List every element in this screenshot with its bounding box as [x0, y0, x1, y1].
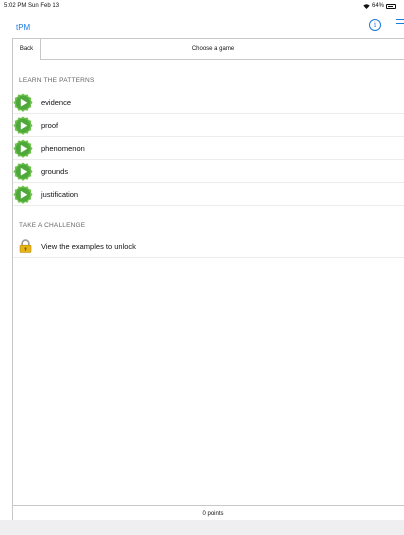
list-item-label: justification [41, 190, 79, 199]
list-item-locked-challenge[interactable]: View the examples to unlock [13, 235, 404, 258]
back-button[interactable]: Back [13, 39, 41, 60]
list-item-label: View the examples to unlock [41, 242, 136, 251]
play-icon [13, 162, 33, 181]
section-label-challenge: TAKE A CHALLENGE [19, 222, 86, 229]
list-item-phenomenon[interactable]: phenomenon [13, 137, 404, 160]
lock-icon [19, 239, 32, 253]
list-item-label: grounds [41, 167, 69, 176]
battery-percent: 64% [371, 3, 384, 9]
menu-icon[interactable] [396, 19, 404, 29]
wifi-icon [363, 3, 370, 9]
footer-bar: 0 points [13, 505, 404, 521]
section-label-learn: LEARN THE PATTERNS [19, 77, 95, 84]
status-right: 64% [363, 3, 396, 9]
app-title: tPM [16, 23, 31, 32]
list-item-label: evidence [41, 98, 72, 107]
play-icon [13, 116, 33, 135]
list-item-justification[interactable]: justification [13, 183, 404, 206]
list-item-label: proof [41, 121, 59, 130]
status-time: 5:02 PM Sun Feb 13 [4, 3, 60, 9]
list-item-evidence[interactable]: evidence [13, 91, 404, 114]
bottom-strip [0, 520, 404, 535]
panel-header: Back Choose a game [13, 39, 404, 60]
list-item-grounds[interactable]: grounds [13, 160, 404, 183]
play-icon [13, 139, 33, 158]
play-icon [13, 93, 33, 112]
page-title: Choose a game [191, 46, 235, 52]
nav-bar: tPM [0, 14, 404, 36]
list-item-proof[interactable]: proof [13, 114, 404, 137]
battery-icon [386, 3, 396, 9]
list-item-label: phenomenon [41, 144, 85, 153]
info-icon[interactable]: i [369, 19, 381, 31]
play-icon [13, 185, 33, 204]
game-panel: Back Choose a game LEARN THE PATTERNS ev… [12, 38, 404, 521]
status-bar: 5:02 PM Sun Feb 13 64% [0, 0, 404, 14]
